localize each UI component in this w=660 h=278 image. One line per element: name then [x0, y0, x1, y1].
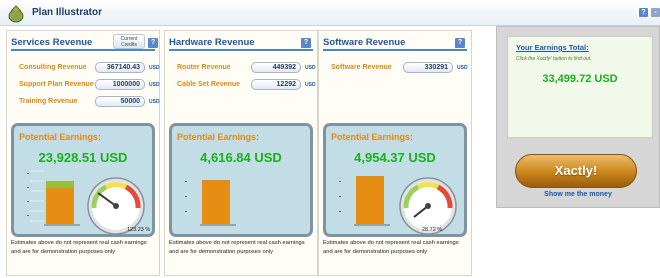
router-revenue-input[interactable]: 449392 — [251, 62, 301, 73]
app-title: Plan Illustrator — [32, 7, 103, 18]
cable-set-revenue-label: Cable Set Revenue — [177, 81, 241, 88]
disclaimer-text: Estimates above do not represent real ca… — [11, 240, 147, 255]
earnings-total-value: 33,499.72 USD — [542, 73, 618, 85]
panel-title: Services Revenue — [11, 37, 93, 48]
help-button[interactable]: ? — [639, 8, 648, 17]
potential-earnings-box: Potential Earnings: 4,954.37 USD 28.72 % — [323, 123, 467, 237]
software-revenue-panel: Software Revenue ? Software Revenue 3302… — [318, 30, 472, 276]
earnings-total-hint: Click the Xactly! button to find out. — [516, 56, 592, 62]
usd-label: USD — [457, 65, 468, 71]
earnings-total-panel: Your Earnings Total: Click the Xactly! b… — [496, 26, 660, 208]
software-revenue-input[interactable]: 330291 — [403, 62, 453, 73]
title-bar: Plan Illustrator ? - — [0, 0, 660, 26]
earnings-bar-graphic — [185, 180, 236, 226]
show-me-the-money-link[interactable]: Show me the money — [497, 191, 659, 198]
money-bag-logo-icon — [8, 5, 24, 23]
router-revenue-label: Router Revenue — [177, 64, 231, 71]
earnings-total-title: Your Earnings Total: — [516, 43, 589, 52]
gauge-percent: 123.23 % — [127, 227, 151, 233]
potential-earnings-box: Potential Earnings: 4,616.84 USD — [169, 123, 313, 237]
collapse-button[interactable]: - — [651, 8, 660, 17]
current-credits-button[interactable]: Current Credits — [113, 34, 145, 49]
help-icon[interactable]: ? — [455, 38, 465, 48]
title-underline — [323, 49, 467, 51]
help-icon[interactable]: ? — [148, 38, 158, 48]
title-underline — [11, 49, 155, 51]
usd-label: USD — [305, 82, 316, 88]
consulting-revenue-input[interactable]: 367140.43 — [95, 62, 145, 73]
gauge-percent: 28.72 % — [422, 227, 443, 233]
support-plan-revenue-label: Support Plan Revenue — [19, 81, 94, 88]
earnings-total-box: Your Earnings Total: Click the Xactly! b… — [507, 36, 653, 138]
title-underline — [169, 49, 313, 51]
earnings-bar-gauge-graphic — [339, 176, 457, 234]
disclaimer-text: Estimates above do not represent real ca… — [323, 240, 459, 255]
xactly-button[interactable]: Xactly! — [515, 154, 637, 188]
potential-earnings-box: Potential Earnings: 23,928.51 USD 123.23… — [11, 123, 155, 237]
help-icon[interactable]: ? — [301, 38, 311, 48]
disclaimer-text: Estimates above do not represent real ca… — [169, 240, 305, 255]
training-revenue-input[interactable]: 50000 — [95, 96, 145, 107]
training-revenue-label: Training Revenue — [19, 98, 78, 105]
usd-label: USD — [149, 65, 160, 71]
usd-label: USD — [149, 99, 160, 105]
services-revenue-panel: Services Revenue Current Credits ? Consu… — [6, 30, 160, 276]
earnings-bar-gauge-graphic — [27, 170, 145, 234]
panel-title: Hardware Revenue — [169, 37, 255, 48]
consulting-revenue-label: Consulting Revenue — [19, 64, 87, 71]
panel-title: Software Revenue — [323, 37, 406, 48]
cable-set-revenue-input[interactable]: 12292 — [251, 79, 301, 90]
software-revenue-label: Software Revenue — [331, 64, 392, 71]
support-plan-revenue-input[interactable]: 1000000 — [95, 79, 145, 90]
usd-label: USD — [305, 65, 316, 71]
usd-label: USD — [149, 82, 160, 88]
hardware-revenue-panel: Hardware Revenue ? Router Revenue 449392… — [164, 30, 318, 276]
